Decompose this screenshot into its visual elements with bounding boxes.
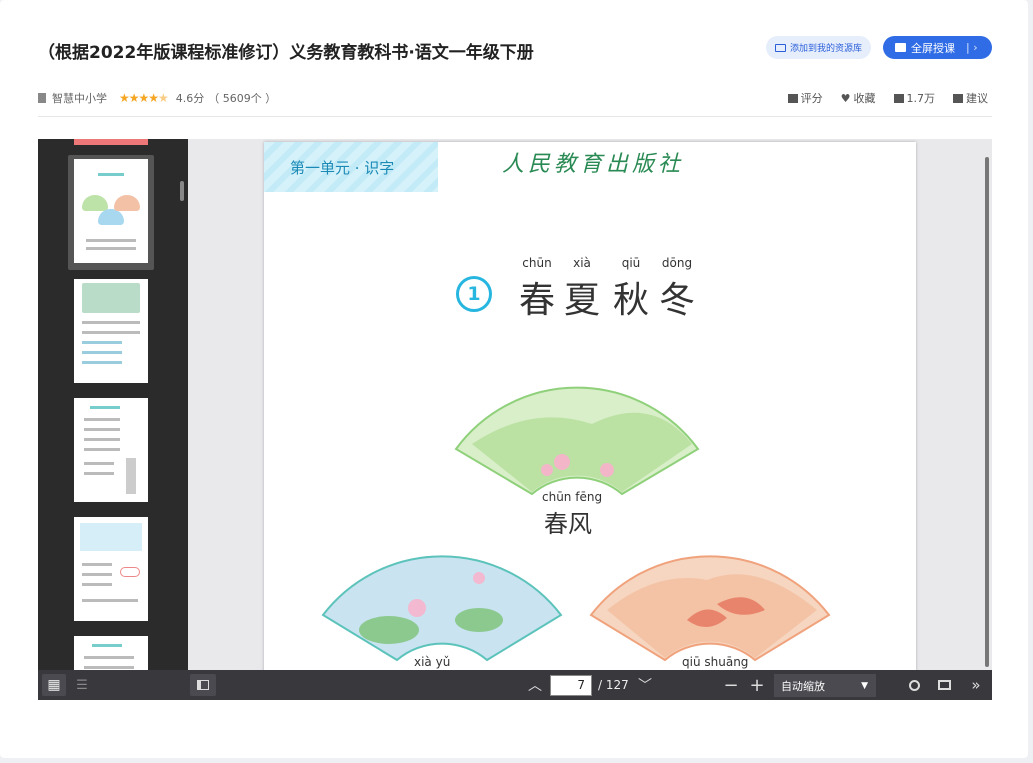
like-count: 1.7万 <box>906 92 936 105</box>
search-button[interactable] <box>902 674 926 696</box>
thumbnail-page-10[interactable] <box>68 513 154 628</box>
page-title: （根据2022年版课程标准修订）义务教育教科书·语文一年级下册 <box>38 43 534 63</box>
document-view[interactable]: 第一单元 · 识字 人民教育出版社 1 chūn xià qiū dōng 春 … <box>188 139 992 670</box>
pinyin-dong: dōng <box>661 256 693 270</box>
rate-label: 评分 <box>800 92 823 105</box>
thumbnail-page-7[interactable] <box>68 155 154 270</box>
thumbs-up-icon <box>893 93 904 103</box>
chevron-down-icon: ▼ <box>861 680 868 691</box>
presentation-icon <box>937 680 951 690</box>
thumbnail-page-11[interactable] <box>68 632 154 670</box>
tools-menu-button[interactable]: » <box>964 674 988 696</box>
summer-fan-illustration <box>321 555 563 662</box>
chevron-right-icon: | › <box>966 41 978 54</box>
unit-banner: 第一单元 · 识字 <box>264 142 438 192</box>
favorite-label: 收藏 <box>853 92 876 105</box>
chevron-up-icon: ︿ <box>528 678 542 694</box>
source-name: 智慧中小学 <box>52 92 107 105</box>
thumbnail-image <box>74 636 148 670</box>
comment-icon <box>787 93 798 103</box>
sidebar-icon <box>197 680 209 690</box>
thumbnail-image <box>74 279 148 383</box>
zoom-out-button[interactable]: − <box>720 674 742 696</box>
thumbnail-image <box>74 159 148 263</box>
double-chevron-right-icon: » <box>971 676 981 694</box>
plus-icon: + <box>749 674 765 696</box>
feedback-icon <box>953 93 963 103</box>
thumbnail-view-button[interactable]: ▦ <box>42 674 66 696</box>
title-char-xia: 夏 <box>563 280 600 321</box>
like-button[interactable]: 1.7万 <box>893 90 936 106</box>
thumbnail-sidebar[interactable] <box>38 139 188 670</box>
grid-icon: ▦ <box>47 677 61 693</box>
fan-label-spring: 春风 <box>544 510 592 538</box>
pdf-viewer: 第一单元 · 识字 人民教育出版社 1 chūn xià qiū dōng 春 … <box>38 139 992 700</box>
rate-button[interactable]: 评分 <box>787 90 823 106</box>
resource-actions: 评分 ♥ 收藏 1.7万 建议 <box>787 90 988 106</box>
zoom-in-button[interactable]: + <box>746 674 768 696</box>
document-page: 第一单元 · 识字 人民教育出版社 1 chūn xià qiū dōng 春 … <box>264 142 916 670</box>
presentation-icon <box>895 43 906 52</box>
rating-count: （ 5609个 ） <box>208 92 277 105</box>
building-icon <box>38 93 46 103</box>
suggest-label: 建议 <box>966 92 988 105</box>
zoom-select-value: 自动缩放 <box>781 679 825 693</box>
thumbnail-partial[interactable] <box>74 139 148 145</box>
rating-score: 4.6分 <box>175 92 205 105</box>
autumn-fan-illustration <box>589 555 831 662</box>
resource-meta: 智慧中小学 ★★★★★ 4.6分 （ 5609个 ） <box>38 90 276 106</box>
toggle-sidebar-button[interactable] <box>190 674 216 696</box>
title-char-chun: 春 <box>518 280 555 321</box>
fan-pinyin-summer: xià yǔ <box>414 655 451 669</box>
spring-fan-illustration <box>454 386 700 496</box>
fan-pinyin-autumn: qiū shuāng <box>682 655 749 669</box>
lesson-number: 1 <box>456 276 492 312</box>
title-char-dong: 冬 <box>658 280 695 321</box>
favorite-button[interactable]: ♥ 收藏 <box>841 90 876 106</box>
fullscreen-teach-button[interactable]: 全屏授课 | › <box>883 36 992 59</box>
pinyin-qiu: qiū <box>621 256 641 270</box>
next-page-button[interactable]: ﹀ <box>634 674 656 696</box>
add-to-library-label: 添加到我的资源库 <box>790 44 863 54</box>
pinyin-chun: chūn <box>522 256 552 270</box>
thumbnail-page-9[interactable] <box>68 394 154 509</box>
chevron-down-icon: ﹀ <box>638 678 652 694</box>
add-to-library-button[interactable]: 添加到我的资源库 <box>766 36 871 59</box>
resource-card: （根据2022年版课程标准修订）义务教育教科书·语文一年级下册 添加到我的资源库… <box>0 0 1028 758</box>
thumbnail-image <box>74 398 148 502</box>
presentation-mode-button[interactable] <box>932 674 956 696</box>
suggest-button[interactable]: 建议 <box>953 90 988 106</box>
search-icon <box>908 679 920 691</box>
page-number-input[interactable]: 7 <box>550 675 592 696</box>
zoom-select[interactable]: 自动缩放 ▼ <box>774 674 876 697</box>
fullscreen-teach-label: 全屏授课 <box>911 41 955 55</box>
thumbnail-image <box>74 517 148 621</box>
thumbnail-page-8[interactable] <box>68 275 154 390</box>
sidebar-scrollbar[interactable] <box>180 181 184 201</box>
list-icon: ☰ <box>76 677 88 693</box>
page-total: / 127 <box>598 678 629 692</box>
pinyin-xia: xià <box>573 256 591 270</box>
rating-stars-icon: ★★★★★ <box>119 91 169 105</box>
document-scrollbar[interactable] <box>985 157 989 667</box>
heart-icon: ♥ <box>840 91 851 105</box>
outline-view-button[interactable]: ☰ <box>70 674 94 696</box>
fan-pinyin-spring: chūn fēng <box>542 490 603 504</box>
divider <box>38 116 992 117</box>
title-char-qiu: 秋 <box>612 280 649 321</box>
publisher-logo: 人民教育出版社 <box>502 152 685 177</box>
previous-page-button[interactable]: ︿ <box>524 674 546 696</box>
folder-icon <box>775 43 786 52</box>
minus-icon: − <box>723 674 739 696</box>
viewer-toolbar: ▦ ☰ ︿ 7 / 127 ﹀ − + 自动缩放 ▼ » <box>38 670 992 700</box>
